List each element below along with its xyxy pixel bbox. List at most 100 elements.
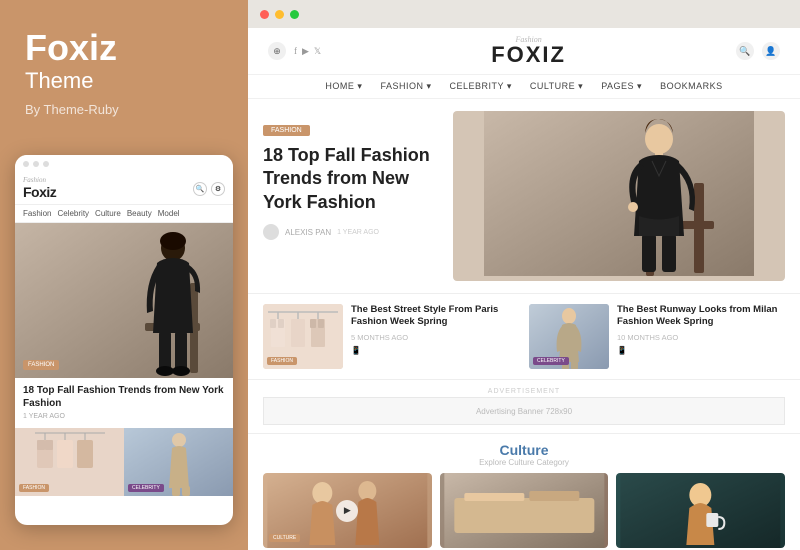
small-card-2-meta: 10 MONTHS AGO [617,333,785,342]
hero-author-avatar [263,224,279,240]
ad-section: ADVERTISEMENT Advertising Banner 728x90 [248,380,800,434]
nav-celebrity[interactable]: CELEBRITY ▾ [449,81,511,92]
small-card-2-img: CELEBRITY [529,304,609,369]
ad-banner-text: Advertising Banner 728x90 [476,407,572,416]
hero-title: 18 Top Fall Fashion Trends from New York… [263,144,443,214]
small-card-2-title: The Best Runway Looks from Milan Fashion… [617,304,785,329]
mobile-card-2: CELEBRITY [124,428,233,496]
culture-section: Culture Explore Culture Category [248,434,800,550]
nav-culture[interactable]: CULTURE ▾ [530,81,583,92]
desktop-logo-main: FOXIZ [491,44,566,66]
mobile-dot-2 [33,161,39,167]
mobile-card-1: FASHION [15,428,124,496]
hero-time: 1 YEAR AGO [337,229,379,236]
culture-header: Culture Explore Culture Category [263,442,785,467]
culture-card-1[interactable]: ▶ CULTURE [263,473,432,548]
desktop-window-bar [248,0,800,28]
hero-section: FASHION 18 Top Fall Fashion Trends from … [248,99,800,294]
hero-meta: ALEXIS PAN 1 YEAR AGO [263,224,443,240]
ad-banner: Advertising Banner 728x90 [263,397,785,425]
mobile-search-icon[interactable]: 🔍 [193,182,207,196]
nav-home[interactable]: HOME ▾ [325,81,362,92]
mobile-categories: Fashion Celebrity Culture Beauty Model [15,205,233,223]
desktop-user-icon[interactable]: 👤 [762,42,780,60]
hero-image-svg [453,111,785,276]
mobile-cat-model[interactable]: Model [158,209,180,218]
twitter-icon[interactable]: 𝕏 [314,46,321,57]
desktop-search-icon[interactable]: 🔍 [736,42,754,60]
mobile-fashion-badge: FASHION [23,360,59,370]
desktop-content: ⊕ f ▶ 𝕏 Fashion FOXIZ 🔍 👤 HOME ▾ FASHION… [248,28,800,550]
mobile-hero-figure [15,223,233,378]
brand-subtitle: Theme [25,68,223,94]
culture-card-1-badge: CULTURE [269,534,300,542]
nav-fashion[interactable]: FASHION ▾ [380,81,431,92]
window-dot-minimize[interactable] [275,10,284,19]
small-card-1-title: The Best Street Style From Paris Fashion… [351,304,519,329]
desktop-header-right: 🔍 👤 [736,42,780,60]
mobile-nav-left: Fashion Foxiz [23,177,56,200]
mobile-article-text: 18 Top Fall Fashion Trends from New York… [15,378,233,424]
small-cards: FASHION The Best Street Style From Paris… [248,294,800,380]
hero-badge: FASHION [263,125,310,136]
culture-card-3[interactable] [616,473,785,548]
small-card-2: CELEBRITY The Best Runway Looks from Mil… [529,304,785,369]
youtube-icon[interactable]: ▶ [302,46,309,57]
small-card-1-device-icon: 📱 [351,346,519,355]
hero-author: ALEXIS PAN [285,228,331,237]
culture-card-2[interactable] [440,473,609,548]
mobile-cat-culture[interactable]: Culture [95,209,121,218]
window-dot-maximize[interactable] [290,10,299,19]
mobile-cat-fashion[interactable]: Fashion [23,209,51,218]
brand-title: Foxiz [25,30,223,66]
mobile-logo-script: Fashion [23,177,46,184]
nav-pages[interactable]: PAGES ▾ [601,81,642,92]
small-card-1: FASHION The Best Street Style From Paris… [263,304,519,369]
facebook-icon[interactable]: f [294,46,297,57]
mobile-top-bar [15,155,233,173]
culture-subtitle: Explore Culture Category [263,458,785,467]
social-icons: f ▶ 𝕏 [294,46,321,57]
mobile-card-1-badge: FASHION [19,484,49,492]
mobile-article-meta: 1 YEAR AGO [23,413,225,420]
mobile-article-title: 18 Top Fall Fashion Trends from New York… [23,384,225,410]
culture-card-3-img [616,473,785,548]
ad-label: ADVERTISEMENT [263,388,785,395]
small-card-2-badge: CELEBRITY [533,357,569,365]
desktop-settings-icon[interactable]: ⊕ [268,42,286,60]
culture-cards: ▶ CULTURE [263,473,785,548]
mobile-hero-image [15,223,233,378]
mobile-nav: Fashion Foxiz 🔍 ⚙ [15,173,233,205]
desktop-header: ⊕ f ▶ 𝕏 Fashion FOXIZ 🔍 👤 [248,28,800,75]
hero-image [453,111,785,281]
nav-bookmarks[interactable]: BOOKMARKS [660,81,723,92]
mobile-cat-beauty[interactable]: Beauty [127,209,152,218]
culture-title: Culture [263,442,785,458]
culture-card-2-img [440,473,609,548]
mobile-hero: FASHION [15,223,233,378]
window-dot-close[interactable] [260,10,269,19]
mobile-card-2-badge: CELEBRITY [128,484,164,492]
small-card-2-device-icon: 📱 [617,346,785,355]
small-card-1-text: The Best Street Style From Paris Fashion… [351,304,519,355]
left-panel: Foxiz Theme By Theme-Ruby Fashion Foxiz … [0,0,248,550]
brand-by: By Theme-Ruby [25,102,223,117]
mobile-cat-celebrity[interactable]: Celebrity [57,209,89,218]
desktop-logo: Fashion FOXIZ [491,36,566,66]
hero-text: FASHION 18 Top Fall Fashion Trends from … [263,111,443,281]
desktop-nav: HOME ▾ FASHION ▾ CELEBRITY ▾ CULTURE ▾ P… [248,75,800,99]
mobile-dot-1 [23,161,29,167]
desktop-mockup: ⊕ f ▶ 𝕏 Fashion FOXIZ 🔍 👤 HOME ▾ FASHION… [248,0,800,550]
mobile-mockup: Fashion Foxiz 🔍 ⚙ Fashion Celebrity Cult… [15,155,233,525]
mobile-nav-icons: 🔍 ⚙ [193,182,225,196]
small-card-2-text: The Best Runway Looks from Milan Fashion… [617,304,785,355]
small-card-1-img: FASHION [263,304,343,369]
small-card-1-meta: 5 MONTHS AGO [351,333,519,342]
culture-play-btn[interactable]: ▶ [336,500,358,522]
mobile-bottom-cards: FASHION CELEBRIT [15,428,233,496]
desktop-header-left: ⊕ f ▶ 𝕏 [268,42,321,60]
mobile-dot-3 [43,161,49,167]
mobile-settings-icon[interactable]: ⚙ [211,182,225,196]
small-card-1-badge: FASHION [267,357,297,365]
mobile-logo-main: Foxiz [23,184,56,200]
